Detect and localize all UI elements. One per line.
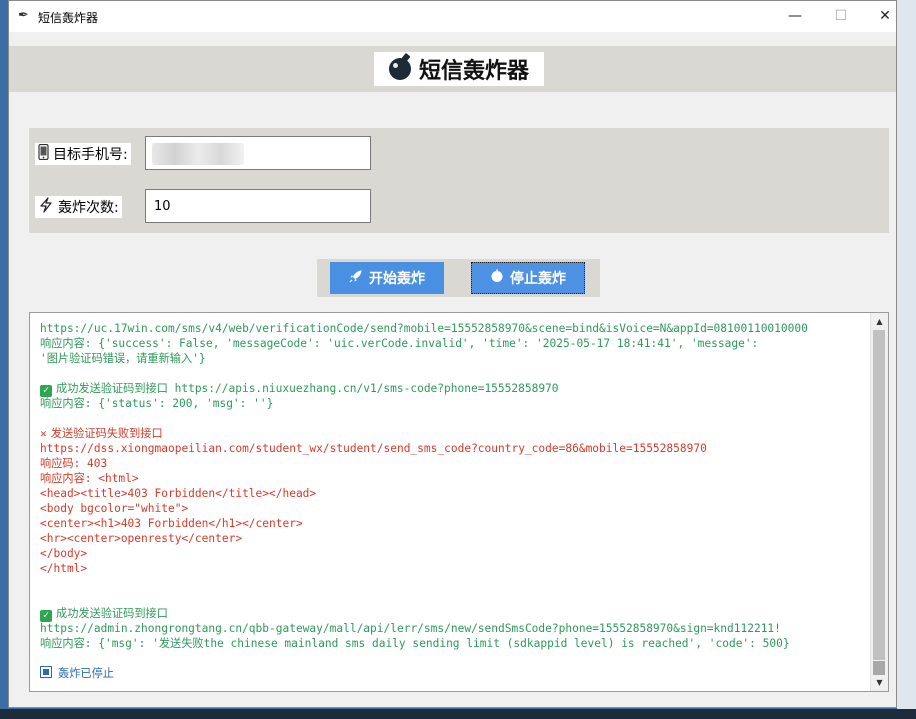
scrollbar-track[interactable] xyxy=(873,330,885,660)
log-line: 响应码: 403 xyxy=(40,456,870,471)
log-line-text: 轰炸已停止 xyxy=(58,667,114,680)
log-line: '图片验证码错误，请重新输入'} xyxy=(40,351,870,366)
count-input-value: 10 xyxy=(154,198,171,214)
log-line: https://admin.zhongrongtang.cn/qbb-gatew… xyxy=(40,621,870,636)
log-line-text: 成功发送验证码到接口 xyxy=(56,607,168,620)
log-line-text: https://uc.17win.com/sms/v4/web/verifica… xyxy=(40,322,808,335)
log-line-text: 响应码: 403 xyxy=(40,457,108,470)
log-output[interactable]: https://uc.17win.com/sms/v4/web/verifica… xyxy=(29,312,889,692)
count-label-text: 轰炸次数: xyxy=(58,200,119,216)
rocket-icon xyxy=(349,269,363,287)
redacted-phone-number xyxy=(152,143,244,165)
log-line-text: '图片验证码错误，请重新输入'} xyxy=(40,352,206,365)
phone-input[interactable] xyxy=(145,136,371,170)
log-line-text: 响应内容: {'msg': '发送失败the chinese mainland … xyxy=(40,637,790,650)
error-x-icon: ✕ xyxy=(40,427,47,440)
log-line-text: https://admin.zhongrongtang.cn/qbb-gatew… xyxy=(40,622,781,635)
log-line-text: https://dss.xiongmaopeilian.com/student_… xyxy=(40,442,707,455)
phone-label-text: 目标手机号: xyxy=(53,147,128,163)
log-line-text: </html> xyxy=(40,562,88,575)
log-line-text: <body bgcolor="white"> xyxy=(40,502,189,515)
log-line: https://uc.17win.com/sms/v4/web/verifica… xyxy=(40,321,870,336)
start-button[interactable]: 开始轰炸 xyxy=(330,262,444,294)
log-line: <center><h1>403 Forbidden</h1></center> xyxy=(40,516,870,531)
count-label: 轰炸次数: xyxy=(35,196,122,218)
scroll-up-arrow-icon[interactable]: ▲ xyxy=(871,313,888,330)
minimize-button[interactable]: — xyxy=(772,1,818,32)
log-line-text: 发送验证码失败到接口 xyxy=(50,427,163,440)
log-line-text: </body> xyxy=(40,547,88,560)
stop-button-label: 停止轰炸 xyxy=(510,271,566,287)
feather-icon: ✒ xyxy=(18,8,29,23)
log-line-text: 响应内容: {'success': False, 'messageCode': … xyxy=(40,337,759,350)
log-line: 响应内容: {'msg': '发送失败the chinese mainland … xyxy=(40,636,870,651)
maximize-button[interactable]: ☐ xyxy=(818,1,864,32)
log-line: 轰炸已停止 xyxy=(40,666,870,681)
log-line: <head><title>403 Forbidden</title></head… xyxy=(40,486,870,501)
log-line: 响应内容: {'status': 200, 'msg': ''} xyxy=(40,396,870,411)
header-banner: 短信轰炸器 xyxy=(374,52,544,86)
scroll-down-arrow-icon[interactable]: ▼ xyxy=(871,674,888,691)
log-line: <body bgcolor="white"> xyxy=(40,501,870,516)
count-input[interactable]: 10 xyxy=(145,189,371,223)
bomb-icon xyxy=(388,58,411,80)
log-line: ✓ 成功发送验证码到接口 https://apis.niuxuezhang.cn/… xyxy=(40,381,870,397)
title-bar[interactable]: ✒ 短信轰炸器 — ☐ ✕ xyxy=(9,1,896,32)
log-line-text: <head><title>403 Forbidden</title></head… xyxy=(40,487,317,500)
action-bar: 开始轰炸 停止轰炸 xyxy=(317,259,600,297)
phone-label: 目标手机号: xyxy=(35,143,131,165)
log-line: </body> xyxy=(40,546,870,561)
start-button-label: 开始轰炸 xyxy=(369,271,425,287)
scrollbar-thumb[interactable] xyxy=(873,661,885,675)
log-line: </html> xyxy=(40,561,870,576)
stop-button[interactable]: 停止轰炸 xyxy=(471,262,585,294)
input-form: 目标手机号: 轰炸次数: 10 xyxy=(29,128,889,233)
stop-icon xyxy=(490,269,504,287)
app-header: 短信轰炸器 xyxy=(9,46,896,92)
log-line-text: 成功发送验证码到接口 https://apis.niuxuezhang.cn/v… xyxy=(56,382,559,395)
desktop-background xyxy=(897,0,916,719)
log-line: ✕ 发送验证码失败到接口 xyxy=(40,426,870,441)
log-line: <hr><center>openresty</center> xyxy=(40,531,870,546)
window-title: 短信轰炸器 xyxy=(38,11,99,25)
log-line: https://dss.xiongmaopeilian.com/student_… xyxy=(40,441,870,456)
lightning-icon xyxy=(38,197,54,217)
log-line: 响应内容: {'success': False, 'messageCode': … xyxy=(40,336,870,351)
phone-icon xyxy=(38,143,49,164)
log-line-text: 响应内容: <html> xyxy=(40,472,139,485)
log-scrollbar[interactable]: ▲ ▼ xyxy=(870,313,888,691)
log-content: https://uc.17win.com/sms/v4/web/verifica… xyxy=(40,321,870,681)
stopped-square-icon xyxy=(40,666,52,678)
taskbar xyxy=(0,709,916,719)
log-line-text: 响应内容: {'status': 200, 'msg': ''} xyxy=(40,397,274,410)
log-line-text: <hr><center>openresty</center> xyxy=(40,532,243,545)
log-line: 响应内容: <html> xyxy=(40,471,870,486)
close-button[interactable]: ✕ xyxy=(862,1,908,32)
log-line-text: <center><h1>403 Forbidden</h1></center> xyxy=(40,517,303,530)
app-window: ✒ 短信轰炸器 — ☐ ✕ 短信轰炸器 目标手机号: 轰炸次数: 10 开始轰炸… xyxy=(8,0,897,708)
log-line: ✓ 成功发送验证码到接口 xyxy=(40,606,870,622)
page-title: 短信轰炸器 xyxy=(418,58,529,84)
